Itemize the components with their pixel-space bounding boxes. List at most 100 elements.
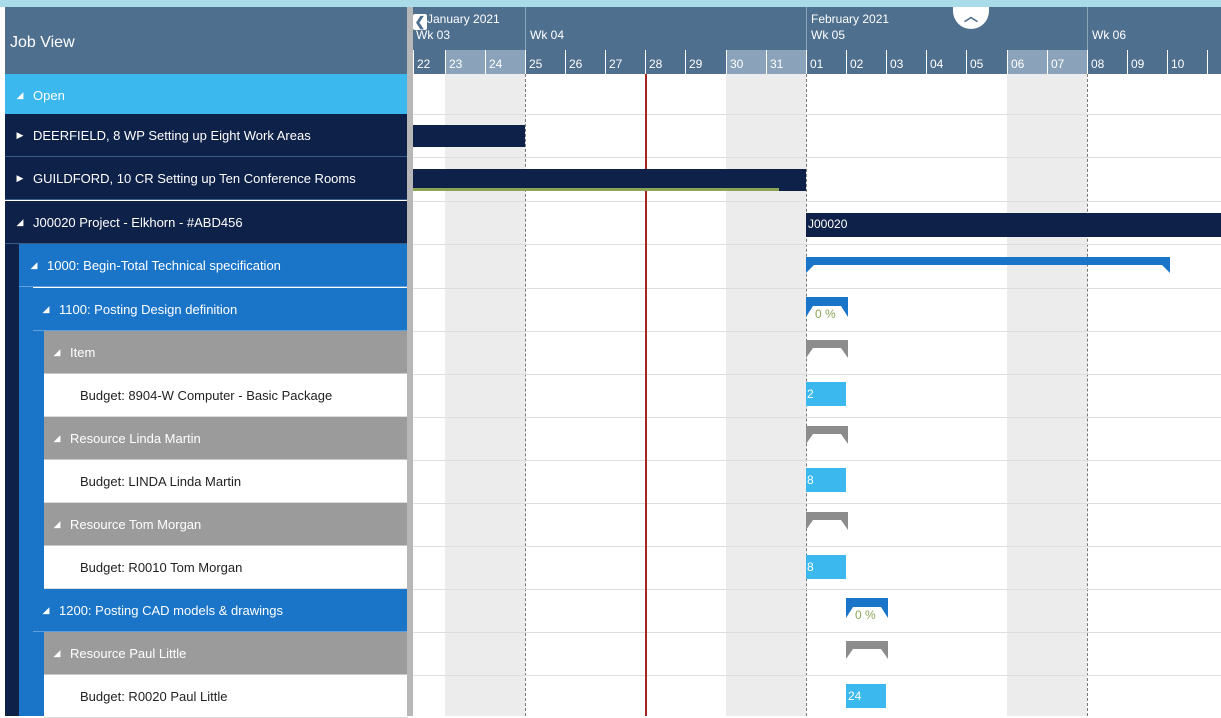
day-cell: 23 <box>445 50 485 74</box>
tree-row-item[interactable]: ◢ Item <box>44 331 408 374</box>
tree-row-task-1200[interactable]: ◢ 1200: Posting CAD models & drawings <box>33 589 408 632</box>
day-cell: 28 <box>645 50 685 74</box>
day-cell: 04 <box>926 50 966 74</box>
day-cell: 02 <box>846 50 886 74</box>
day-cell: 03 <box>886 50 926 74</box>
row-gridline <box>413 244 1221 245</box>
row-label: 1200: Posting CAD models & drawings <box>59 602 284 618</box>
month-label: January 2021 <box>427 12 500 26</box>
collapsed-triangle-icon[interactable]: ▶ <box>13 130 27 141</box>
row-label: Open <box>33 88 65 103</box>
tree-row-budget-linda[interactable]: Budget: LINDA Linda Martin <box>44 460 408 503</box>
row-label: Item <box>70 344 96 360</box>
row-label: Resource Tom Morgan <box>70 516 202 532</box>
row-label: 1000: Begin-Total Technical specificatio… <box>47 257 281 273</box>
row-label: Resource Paul Little <box>70 645 187 661</box>
day-cell: 29 <box>685 50 726 74</box>
row-label: 1100: Posting Design definition <box>59 301 238 317</box>
gantt-bar-budget-linda[interactable]: 8 <box>806 468 846 492</box>
indent-band-level2 <box>19 244 33 716</box>
tree-row-task-1000[interactable]: ◢ 1000: Begin-Total Technical specificat… <box>19 244 408 287</box>
day-cell: 01 <box>806 50 846 74</box>
gantt-grid: J00020 0 % 2 8 8 0 % 24 <box>413 74 1221 716</box>
expanded-triangle-icon[interactable]: ◢ <box>50 648 64 659</box>
gantt-summary-bar-1000[interactable] <box>806 257 1170 273</box>
row-label: DEERFIELD, 8 WP Setting up Eight Work Ar… <box>33 127 311 143</box>
row-label: Budget: LINDA Linda Martin <box>80 473 242 489</box>
tree-row-open[interactable]: ◢ Open <box>5 74 408 117</box>
collapsed-triangle-icon[interactable]: ▶ <box>13 173 27 184</box>
tree-row-j00020[interactable]: ◢ J00020 Project - Elkhorn - #ABD456 <box>5 201 408 244</box>
gantt-summary-bar-resource-tom[interactable] <box>806 512 848 530</box>
row-label: Resource Linda Martin <box>70 430 201 446</box>
week-label: Wk 06 <box>1092 28 1127 42</box>
day-cell: 06 <box>1007 50 1047 74</box>
day-cell: 31 <box>766 50 806 74</box>
expanded-triangle-icon[interactable]: ◢ <box>50 519 64 530</box>
gantt-bar-budget-paul[interactable]: 24 <box>846 684 886 708</box>
row-gridline <box>413 589 1221 590</box>
row-gridline <box>413 460 1221 461</box>
expanded-triangle-icon[interactable]: ◢ <box>13 217 27 228</box>
top-accent-strip <box>0 0 1221 7</box>
row-gridline <box>413 201 1221 202</box>
row-gridline <box>413 675 1221 676</box>
gantt-bar-deerfield[interactable] <box>413 125 525 147</box>
indent-band-level1 <box>5 244 19 716</box>
row-label: Budget: R0020 Paul Little <box>80 688 228 704</box>
page-title: Job View <box>10 34 75 51</box>
row-label: GUILDFORD, 10 CR Setting up Ten Conferen… <box>33 170 356 186</box>
tree-row-budget-tom[interactable]: Budget: R0010 Tom Morgan <box>44 546 408 589</box>
scroll-back-button[interactable]: ❮ <box>413 14 427 30</box>
tree-row-budget-8904[interactable]: Budget: 8904-W Computer - Basic Package <box>44 374 408 417</box>
tree-row-resource-paul[interactable]: ◢ Resource Paul Little <box>44 632 408 675</box>
row-gridline <box>413 288 1221 289</box>
row-gridline <box>413 632 1221 633</box>
expanded-triangle-icon[interactable]: ◢ <box>50 433 64 444</box>
month-label: February 2021 <box>811 12 890 26</box>
expanded-triangle-icon[interactable]: ◢ <box>39 605 53 616</box>
tree-row-resource-linda[interactable]: ◢ Resource Linda Martin <box>44 417 408 460</box>
gantt-bar-budget-8904[interactable]: 2 <box>806 382 846 406</box>
day-cell: 05 <box>966 50 1007 74</box>
row-gridline <box>413 417 1221 418</box>
gantt-summary-bar-item[interactable] <box>806 340 848 358</box>
tree-row-task-1100[interactable]: ◢ 1100: Posting Design definition <box>33 288 408 331</box>
day-cell-partial <box>1207 50 1221 74</box>
bar-quantity-label: 2 <box>807 387 814 401</box>
week-label: Wk 05 <box>811 28 846 42</box>
row-gridline <box>413 331 1221 332</box>
gantt-bar-budget-tom[interactable]: 8 <box>806 555 846 579</box>
row-gridline <box>413 157 1221 158</box>
expanded-triangle-icon[interactable]: ◢ <box>39 304 53 315</box>
expanded-triangle-icon[interactable]: ◢ <box>13 90 27 101</box>
week-label: Wk 03 <box>416 28 451 42</box>
timeline-header: January 2021 February 2021 Wk 03 Wk 04 W… <box>413 7 1221 74</box>
weekend-column <box>1007 74 1087 716</box>
tree-row-budget-paul[interactable]: Budget: R0020 Paul Little <box>44 675 408 718</box>
tree-row-deerfield[interactable]: ▶ DEERFIELD, 8 WP Setting up Eight Work … <box>5 114 408 157</box>
gantt-progress-guildford <box>413 188 779 191</box>
gantt-bar-j00020[interactable]: J00020 <box>806 213 1221 237</box>
row-gridline <box>413 503 1221 504</box>
row-gridline <box>413 546 1221 547</box>
week-label: Wk 04 <box>530 28 565 42</box>
gantt-summary-bar-resource-paul[interactable] <box>846 641 888 659</box>
row-label: Budget: 8904-W Computer - Basic Package <box>80 387 333 403</box>
row-label: J00020 Project - Elkhorn - #ABD456 <box>33 214 243 230</box>
bar-percent-label: 0 % <box>853 608 878 622</box>
day-cell: 26 <box>565 50 605 74</box>
bar-quantity-label: 8 <box>807 473 814 487</box>
day-cell: 07 <box>1047 50 1087 74</box>
bar-quantity-label: 24 <box>848 689 862 703</box>
expanded-triangle-icon[interactable]: ◢ <box>27 260 41 271</box>
job-view-header: Job View <box>5 7 408 74</box>
tree-row-guildford[interactable]: ▶ GUILDFORD, 10 CR Setting up Ten Confer… <box>5 157 408 200</box>
row-gridline <box>413 114 1221 115</box>
expanded-triangle-icon[interactable]: ◢ <box>50 347 64 358</box>
tree-row-resource-tom[interactable]: ◢ Resource Tom Morgan <box>44 503 408 546</box>
row-label: Budget: R0010 Tom Morgan <box>80 559 243 575</box>
gantt-summary-bar-resource-linda[interactable] <box>806 426 848 444</box>
day-cell: 30 <box>726 50 766 74</box>
day-cell: 09 <box>1127 50 1167 74</box>
